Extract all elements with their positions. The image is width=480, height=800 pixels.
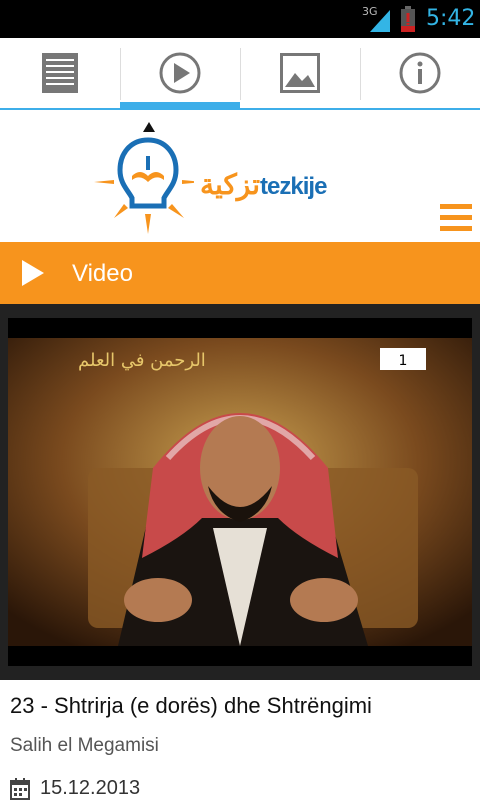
clock: 5:42 bbox=[426, 6, 476, 31]
tab-bar bbox=[0, 38, 480, 110]
menu-button[interactable] bbox=[440, 204, 472, 232]
signal-icon bbox=[370, 10, 390, 32]
list-icon bbox=[42, 53, 78, 93]
video-date-row: 15.12.2013 bbox=[10, 777, 140, 800]
bulb-logo-icon bbox=[94, 122, 194, 234]
video-author: Salih el Megamisi bbox=[10, 735, 159, 756]
section-title: Video bbox=[72, 260, 133, 287]
tab-list[interactable] bbox=[0, 38, 120, 108]
video-player[interactable]: 1 الرحمن في العلم bbox=[0, 304, 480, 680]
video-overlay-text: الرحمن في العلم bbox=[78, 350, 206, 371]
video-title[interactable]: 23 - Shtrirja (e dorës) dhe Shtrëngimi bbox=[10, 693, 372, 719]
brand-name: تزكيةtezkije bbox=[200, 168, 327, 201]
tab-images[interactable] bbox=[240, 38, 360, 108]
brand-arabic: تزكية bbox=[200, 169, 261, 200]
menu-icon-bar bbox=[440, 226, 472, 231]
menu-icon-bar bbox=[440, 215, 472, 220]
tab-video[interactable] bbox=[120, 38, 240, 110]
menu-icon bbox=[440, 204, 472, 209]
channel-logo: 1 bbox=[399, 353, 408, 369]
play-icon bbox=[22, 260, 44, 286]
app-header: تزكيةtezkije bbox=[0, 110, 480, 242]
status-bar: 3G 5:42 bbox=[0, 0, 480, 38]
play-circle-icon bbox=[159, 52, 201, 94]
brand-latin: tezkije bbox=[260, 173, 327, 200]
tab-info[interactable] bbox=[360, 38, 480, 108]
video-thumbnail[interactable]: 1 الرحمن في العلم bbox=[8, 318, 472, 666]
video-date: 15.12.2013 bbox=[40, 777, 141, 799]
info-icon bbox=[399, 52, 441, 94]
battery-icon bbox=[401, 6, 415, 32]
section-header: Video bbox=[0, 242, 480, 304]
calendar-icon bbox=[10, 777, 30, 800]
video-frame-image: 1 الرحمن في العلم bbox=[8, 318, 472, 666]
image-icon bbox=[280, 53, 320, 93]
